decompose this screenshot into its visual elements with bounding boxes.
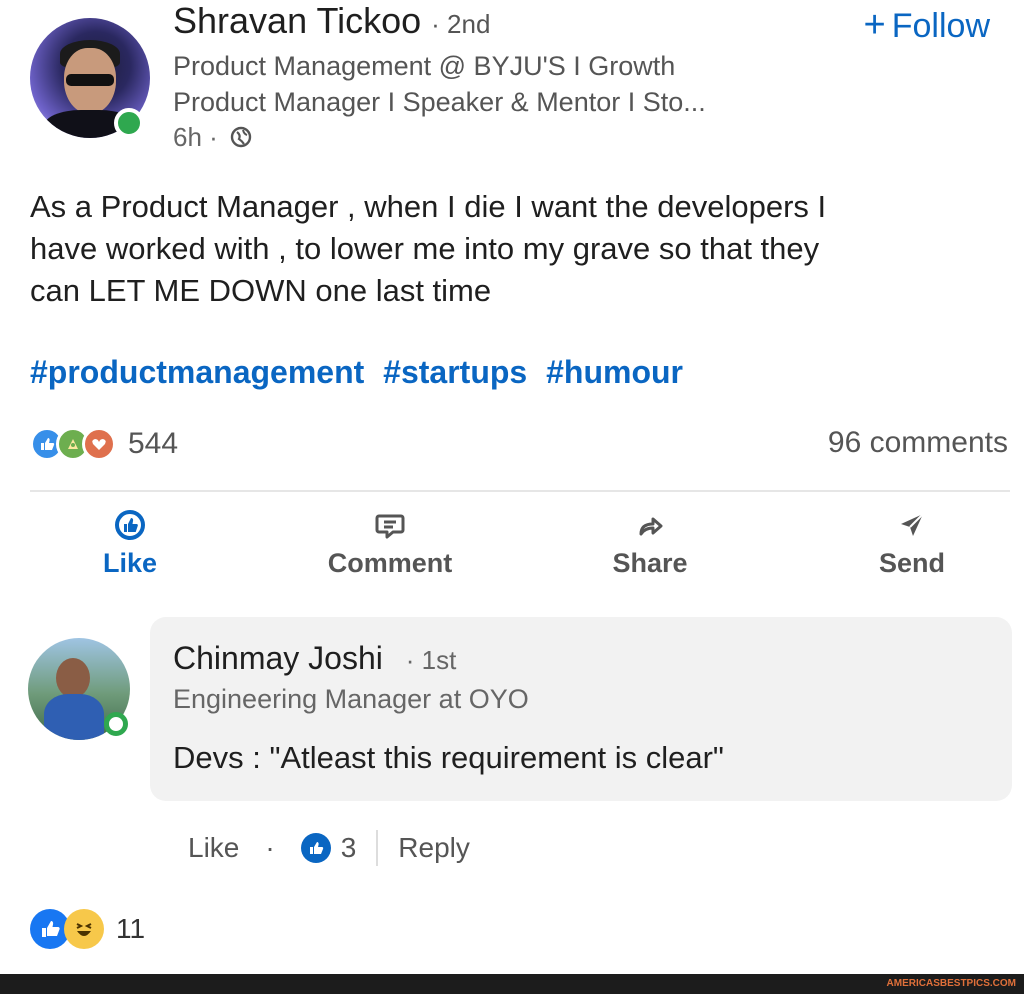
like-button[interactable]: Like: [40, 508, 220, 579]
author-headline-line: Product Manager I Speaker & Mentor I Sto…: [173, 87, 706, 117]
plus-icon: +: [863, 4, 886, 46]
post-text-line: have worked with , to lower me into my g…: [30, 231, 820, 266]
connection-degree: · 2nd: [431, 9, 491, 39]
hashtag-link[interactable]: #productmanagement: [30, 354, 364, 390]
globe-icon: [229, 125, 253, 156]
commenter-headline: Engineering Manager at OYO: [173, 684, 529, 714]
author-headline-line: Product Management @ BYJU'S I Growth: [173, 51, 676, 81]
comment-actions: Like · 3 Reply: [188, 828, 470, 868]
comment-like-button[interactable]: Like: [188, 832, 239, 864]
divider: [30, 490, 1010, 492]
follow-label: Follow: [891, 7, 990, 45]
bottom-reaction-count: 11: [116, 913, 146, 944]
post-meta: 6h ·: [173, 122, 253, 156]
commenter-name-row[interactable]: Chinmay Joshi · 1st: [173, 640, 456, 677]
commenter-degree: · 1st: [405, 645, 457, 675]
share-button[interactable]: Share: [560, 508, 740, 579]
comment-icon: [300, 508, 480, 542]
comment-text: Devs : "Atleast this requirement is clea…: [173, 740, 724, 775]
love-icon: [82, 427, 116, 461]
like-label: Like: [102, 548, 158, 578]
reactions-summary[interactable]: 544: [30, 424, 178, 464]
send-icon: [822, 508, 1002, 542]
online-status-icon: [114, 108, 144, 138]
haha-icon: [64, 909, 104, 949]
commenter-name[interactable]: Chinmay Joshi: [173, 640, 383, 676]
comment-like-count: 3: [340, 832, 357, 863]
send-button[interactable]: Send: [822, 508, 1002, 579]
post-text-line: As a Product Manager , when I die I want…: [30, 189, 827, 224]
bottom-reactions[interactable]: 11: [30, 906, 145, 952]
footer-bar: [0, 974, 1024, 994]
author-name-row[interactable]: Shravan Tickoo · 2nd: [173, 0, 490, 42]
share-icon: [560, 508, 740, 542]
reply-button[interactable]: Reply: [398, 832, 470, 864]
comment-label: Comment: [327, 548, 453, 578]
author-headline: Product Management @ BYJU'S I Growth Pro…: [173, 48, 823, 120]
like-icon: [300, 833, 331, 863]
author-name[interactable]: Shravan Tickoo: [173, 0, 421, 41]
post-text-line: can LET ME DOWN one last time: [30, 273, 492, 308]
reaction-count: 544: [128, 427, 179, 460]
online-status-icon: [104, 712, 128, 736]
comment-button[interactable]: Comment: [300, 508, 480, 579]
post-time: 6h ·: [173, 122, 218, 152]
hashtags: #productmanagement #startups #humour: [30, 354, 693, 391]
like-icon: [40, 508, 220, 542]
send-label: Send: [878, 548, 945, 578]
hashtag-link[interactable]: #startups: [383, 354, 527, 390]
follow-button[interactable]: + Follow: [864, 4, 990, 47]
divider: [376, 830, 379, 866]
watermark: AMERICASBESTPICS.COM: [886, 978, 1016, 989]
hashtag-link[interactable]: #humour: [546, 354, 683, 390]
separator-dot: ·: [265, 832, 275, 863]
post-text: As a Product Manager , when I die I want…: [30, 186, 990, 312]
comments-count[interactable]: 96 comments: [828, 426, 1008, 460]
share-label: Share: [612, 548, 688, 578]
